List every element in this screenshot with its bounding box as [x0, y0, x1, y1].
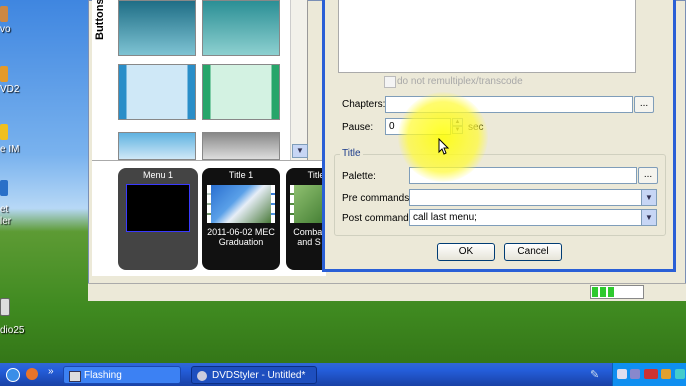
desktop-icon-label: e IM [0, 144, 20, 155]
tray-app-icon[interactable] [661, 369, 671, 379]
progress-fill [592, 287, 616, 297]
chapters-browse-button[interactable]: ... [634, 96, 654, 113]
pause-label: Pause: [342, 122, 374, 133]
title-card-label: Title [307, 170, 325, 180]
menu-preview [126, 184, 190, 232]
desktop-app-icon[interactable] [0, 124, 8, 140]
quick-launch-ie-icon[interactable] [6, 368, 20, 382]
desktop-icon-label: vo [0, 24, 11, 35]
title-card[interactable]: Title Combat and S [286, 168, 326, 270]
taskbar-item-flashing[interactable]: Flashing [63, 366, 181, 384]
taskbar-item-label: Flashing [84, 370, 122, 381]
button-style-thumb[interactable] [202, 0, 280, 56]
mouse-pointer-icon [438, 138, 450, 155]
desktop-icon-label: dio25 [0, 325, 25, 336]
post-commands-select[interactable]: call last menu; ▼ [409, 209, 657, 226]
button-style-thumb[interactable] [202, 132, 280, 160]
buttons-panel-title: Buttons [94, 0, 106, 40]
pen-icon[interactable]: ✎ [590, 368, 599, 381]
quick-launch-more[interactable]: » [48, 366, 54, 377]
desktop-icon-label: VD2 [0, 84, 20, 95]
chevron-down-icon[interactable]: ▼ [641, 210, 656, 225]
title-caption: and S [297, 237, 321, 247]
desktop-icon-label: ler [0, 216, 12, 227]
button-style-thumb[interactable] [118, 0, 196, 56]
title-card[interactable]: Title 1 2011-06-02 MEC Graduation [202, 168, 280, 270]
cursor-highlight [398, 92, 488, 182]
tray-volume-icon[interactable] [675, 369, 685, 379]
button-style-thumb[interactable] [202, 64, 280, 120]
title-group-label: Title [340, 148, 363, 159]
desktop-app-icon[interactable] [0, 298, 10, 316]
button-style-thumb[interactable] [118, 64, 196, 120]
quick-launch-firefox-icon[interactable] [26, 368, 38, 380]
remux-checkbox-label: do not remultiplex/transcode [397, 76, 523, 87]
progress-bar [590, 285, 644, 299]
desktop-app-icon[interactable] [0, 6, 8, 22]
dvd-icon [197, 371, 207, 381]
tray-ati-icon[interactable] [644, 369, 658, 379]
menu-card-label: Menu 1 [142, 170, 174, 180]
pre-commands-label: Pre commands: [342, 193, 413, 204]
cancel-button[interactable]: Cancel [504, 243, 562, 261]
taskbar-item-label: DVDStyler - Untitled* [212, 370, 306, 381]
title-thumbnail [207, 185, 275, 223]
title-card-label: Title 1 [228, 170, 254, 180]
desktop-app-icon[interactable] [0, 66, 8, 82]
chevron-down-icon[interactable]: ▼ [641, 190, 656, 205]
pre-commands-select[interactable]: ▼ [409, 189, 657, 206]
post-commands-label: Post commands: [342, 213, 417, 224]
buttons-panel-scrollbar[interactable]: ▼ [290, 0, 308, 160]
preview-area [338, 0, 636, 73]
title-caption: Graduation [218, 237, 264, 247]
tray-network-icon[interactable] [617, 369, 627, 379]
desktop-icon-label: et [0, 204, 9, 215]
taskbar-item-dvdstyler[interactable]: DVDStyler - Untitled* [191, 366, 317, 384]
window-icon [69, 371, 81, 382]
button-style-thumb[interactable] [118, 132, 196, 160]
menu-card[interactable]: Menu 1 [118, 168, 198, 270]
title-caption: Combat [293, 227, 325, 237]
desktop-app-icon[interactable] [0, 180, 8, 196]
post-commands-value: call last menu; [413, 212, 477, 223]
ok-button[interactable]: OK [437, 243, 495, 261]
chapters-label: Chapters: [342, 99, 386, 110]
palette-browse-button[interactable]: ... [638, 167, 658, 184]
title-thumbnail [290, 185, 326, 223]
title-caption: 2011-06-02 MEC [207, 227, 275, 237]
remux-checkbox[interactable] [384, 76, 396, 88]
tray-display-icon[interactable] [630, 369, 640, 379]
scroll-down-arrow-icon[interactable]: ▼ [292, 144, 308, 158]
palette-label: Palette: [342, 171, 376, 182]
